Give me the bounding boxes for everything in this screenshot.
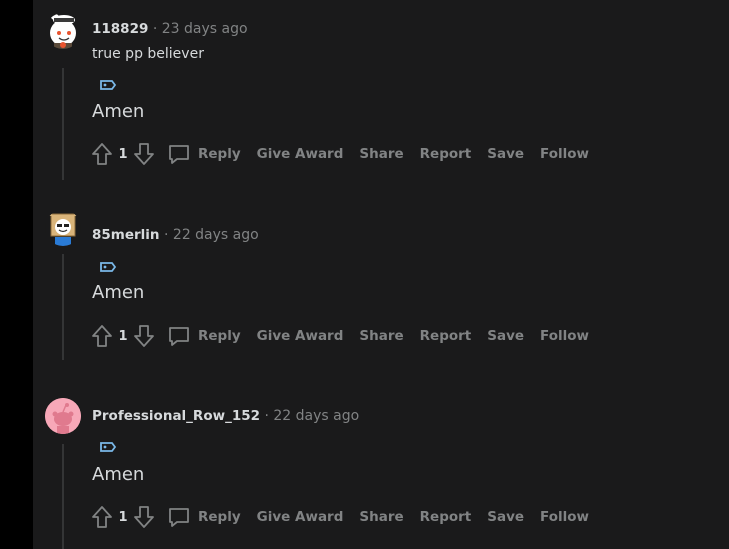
report-button[interactable]: Report [420,509,472,525]
vote-score: 1 [118,328,128,344]
separator-dot: · [152,21,158,37]
thread-line[interactable] [62,68,64,180]
comment-actions: 1 Reply Give Award Share Report Save Fol… [90,140,589,168]
comment-text: true pp believer [92,46,204,62]
comment-3: Professional_Row_152 · 22 days ago Amen … [33,370,729,549]
speech-bubble-icon [169,327,189,346]
user-avatar[interactable] [45,210,81,246]
share-button[interactable]: Share [359,328,403,344]
follow-button[interactable]: Follow [540,328,589,344]
vote-score: 1 [118,509,128,525]
comment-header: 118829 · 23 days ago [92,21,248,37]
timestamp[interactable]: 22 days ago [273,408,359,424]
share-button[interactable]: Share [359,146,403,162]
comment-body: Amen [92,101,145,122]
separator-dot: · [164,227,169,243]
downvote-arrow-icon [134,325,154,347]
page: 118829 · 23 days ago true pp believer Am… [0,0,729,549]
comment-1: 118829 · 23 days ago true pp believer Am… [33,0,729,190]
share-button[interactable]: Share [359,509,403,525]
user-avatar[interactable] [45,13,81,49]
separator-dot: · [264,408,269,424]
left-gutter [0,0,33,549]
snoo-avatar-box-head-icon [48,212,78,246]
upvote-arrow-icon [92,506,112,528]
give-award-button[interactable]: Give Award [257,328,344,344]
author-name[interactable]: 118829 [92,21,148,37]
reply-button[interactable] [166,323,192,349]
snoo-avatar-chef-icon [50,14,76,49]
give-award-button[interactable]: Give Award [257,146,344,162]
author-name[interactable]: 85merlin [92,227,160,243]
downvote-arrow-icon [134,143,154,165]
save-button[interactable]: Save [487,146,524,162]
reply-label[interactable]: Reply [198,328,241,344]
give-award-button[interactable]: Give Award [257,509,344,525]
speech-bubble-icon [169,145,189,164]
save-button[interactable]: Save [487,509,524,525]
downvote-button[interactable] [132,323,156,349]
upvote-button[interactable] [90,141,114,167]
reply-label[interactable]: Reply [198,146,241,162]
flair-tag-icon [100,80,117,90]
comment-actions: 1 Reply Give Award Share Report Save Fol… [90,322,589,350]
author-name[interactable]: Professional_Row_152 [92,408,260,424]
thread-line[interactable] [62,444,64,549]
downvote-button[interactable] [132,141,156,167]
flair-tag-icon [100,262,117,272]
reply-button[interactable] [166,504,192,530]
report-button[interactable]: Report [420,328,472,344]
timestamp[interactable]: 23 days ago [162,21,248,37]
user-avatar[interactable] [45,398,81,434]
comment-actions: 1 Reply Give Award Share Report Save Fol… [90,503,589,531]
downvote-button[interactable] [132,504,156,530]
upvote-button[interactable] [90,323,114,349]
save-button[interactable]: Save [487,328,524,344]
comment-2: 85merlin · 22 days ago Amen 1 Reply Give… [33,190,729,370]
comment-header: 85merlin · 22 days ago [92,227,259,243]
report-button[interactable]: Report [420,146,472,162]
default-snoo-avatar-icon [45,398,81,434]
comment-body: Amen [92,464,145,485]
vote-score: 1 [118,146,128,162]
upvote-arrow-icon [92,325,112,347]
follow-button[interactable]: Follow [540,146,589,162]
upvote-button[interactable] [90,504,114,530]
thread-line[interactable] [62,254,64,360]
downvote-arrow-icon [134,506,154,528]
comment-header: Professional_Row_152 · 22 days ago [92,408,359,424]
flair-tag-icon [100,442,117,452]
timestamp[interactable]: 22 days ago [173,227,259,243]
reply-label[interactable]: Reply [198,509,241,525]
upvote-arrow-icon [92,143,112,165]
speech-bubble-icon [169,508,189,527]
comment-body: Amen [92,282,145,303]
reply-button[interactable] [166,141,192,167]
comment-feed: 118829 · 23 days ago true pp believer Am… [33,0,729,549]
follow-button[interactable]: Follow [540,509,589,525]
